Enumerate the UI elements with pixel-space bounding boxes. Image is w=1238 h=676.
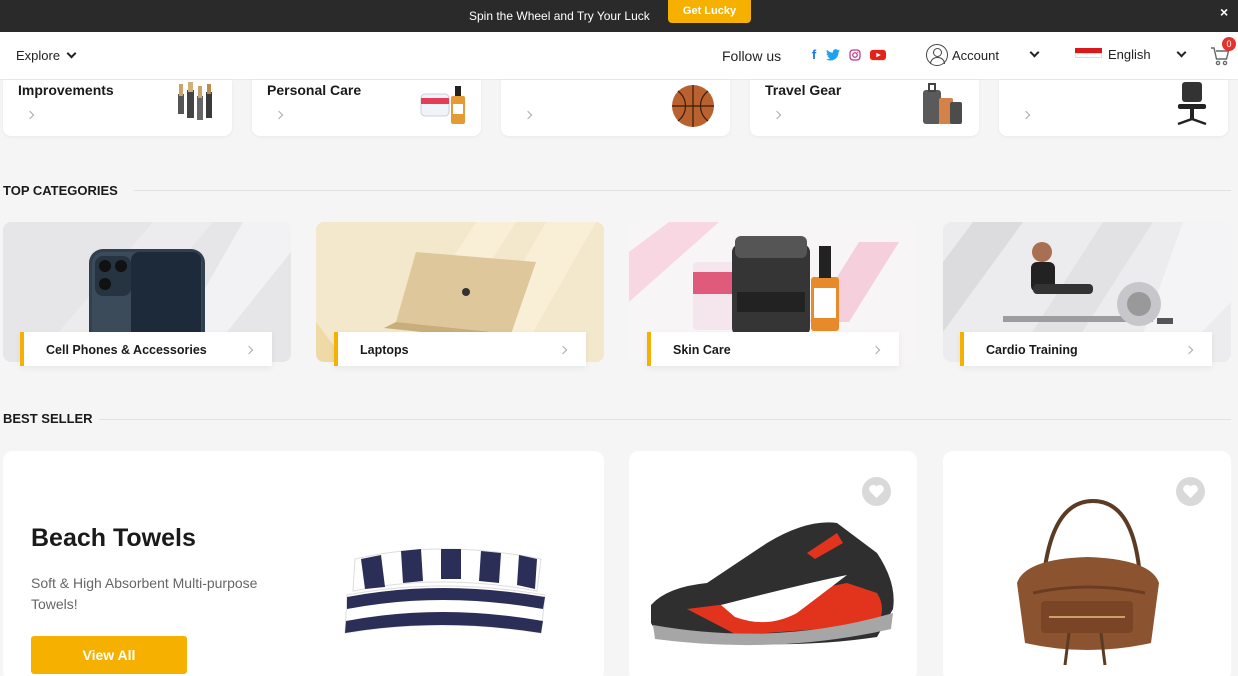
- explore-menu[interactable]: Explore: [16, 48, 77, 63]
- facebook-icon[interactable]: f: [809, 48, 819, 62]
- category-card-improvements[interactable]: Improvements: [3, 80, 232, 136]
- chevron-right-icon: [523, 110, 533, 120]
- category-link-cell-phones[interactable]: Cell Phones & Accessories: [20, 332, 272, 366]
- account-menu[interactable]: Account: [952, 48, 999, 63]
- chevron-right-icon: [871, 345, 881, 355]
- luggage-icon: [923, 83, 962, 124]
- category-title: Travel Gear: [765, 82, 842, 98]
- skincare-products-icon: [420, 86, 465, 124]
- flag-icon: [1075, 48, 1102, 58]
- category-card-travel-gear[interactable]: Travel Gear: [750, 80, 979, 136]
- chevron-right-icon: [558, 345, 568, 355]
- category-label: Laptops: [360, 343, 409, 357]
- category-label: Skin Care: [673, 343, 731, 357]
- best-seller-heading: BEST SELLER: [3, 411, 93, 426]
- category-title: Improvements: [18, 82, 114, 98]
- site-header: Explore Follow us f Account English: [0, 32, 1238, 80]
- category-link-skin-care[interactable]: Skin Care: [647, 332, 899, 366]
- product-card[interactable]: [629, 451, 917, 676]
- handbag-icon: [1017, 498, 1159, 666]
- top-categories-heading: TOP CATEGORIES: [3, 183, 118, 198]
- divider: [134, 190, 1231, 191]
- office-chair-icon: [1177, 82, 1207, 126]
- explore-label: Explore: [16, 48, 61, 63]
- paint-brushes-icon: [178, 82, 212, 120]
- sneaker-icon: [651, 522, 894, 646]
- chevron-right-icon: [1021, 110, 1031, 120]
- promo-card-beach-towels: Beach Towels Soft & High Absorbent Multi…: [3, 451, 604, 676]
- youtube-icon[interactable]: [870, 48, 886, 62]
- category-label: Cell Phones & Accessories: [46, 343, 207, 357]
- user-icon[interactable]: [926, 44, 948, 66]
- towels-image: [344, 548, 546, 634]
- language-selector[interactable]: English: [1108, 47, 1151, 62]
- follow-us-label: Follow us: [722, 48, 782, 64]
- promo-text: Spin the Wheel and Try Your Luck: [469, 9, 650, 23]
- chevron-right-icon: [274, 110, 284, 120]
- heart-icon[interactable]: [862, 477, 891, 506]
- heart-icon[interactable]: [1176, 477, 1205, 506]
- cart-count-badge: 0: [1222, 37, 1236, 51]
- category-title: Personal Care: [267, 82, 362, 98]
- chevron-right-icon: [772, 110, 782, 120]
- divider: [99, 419, 1231, 420]
- product-card[interactable]: [943, 451, 1231, 676]
- category-card-basketball[interactable]: [501, 80, 730, 136]
- category-card-office[interactable]: [999, 80, 1228, 136]
- promo-bar: Spin the Wheel and Try Your Luck Get Luc…: [0, 0, 1238, 32]
- instagram-icon[interactable]: [849, 48, 861, 62]
- promo-title: Beach Towels: [31, 524, 196, 552]
- chevron-right-icon: [244, 345, 254, 355]
- close-icon[interactable]: ×: [1220, 4, 1228, 20]
- basketball-icon: [672, 85, 714, 127]
- view-all-button[interactable]: View All: [31, 636, 187, 674]
- chevron-down-icon[interactable]: [1176, 47, 1187, 58]
- twitter-icon[interactable]: [826, 48, 840, 62]
- category-label: Cardio Training: [986, 343, 1078, 357]
- chevron-down-icon: [66, 48, 77, 59]
- category-link-laptops[interactable]: Laptops: [334, 332, 586, 366]
- get-lucky-button[interactable]: Get Lucky: [668, 0, 751, 23]
- category-card-personal-care[interactable]: Personal Care: [252, 80, 481, 136]
- category-link-cardio[interactable]: Cardio Training: [960, 332, 1212, 366]
- chevron-right-icon: [25, 110, 35, 120]
- chevron-down-icon[interactable]: [1029, 47, 1040, 58]
- chevron-right-icon: [1184, 345, 1194, 355]
- promo-subtitle: Soft & High Absorbent Multi-purpose Towe…: [31, 575, 258, 612]
